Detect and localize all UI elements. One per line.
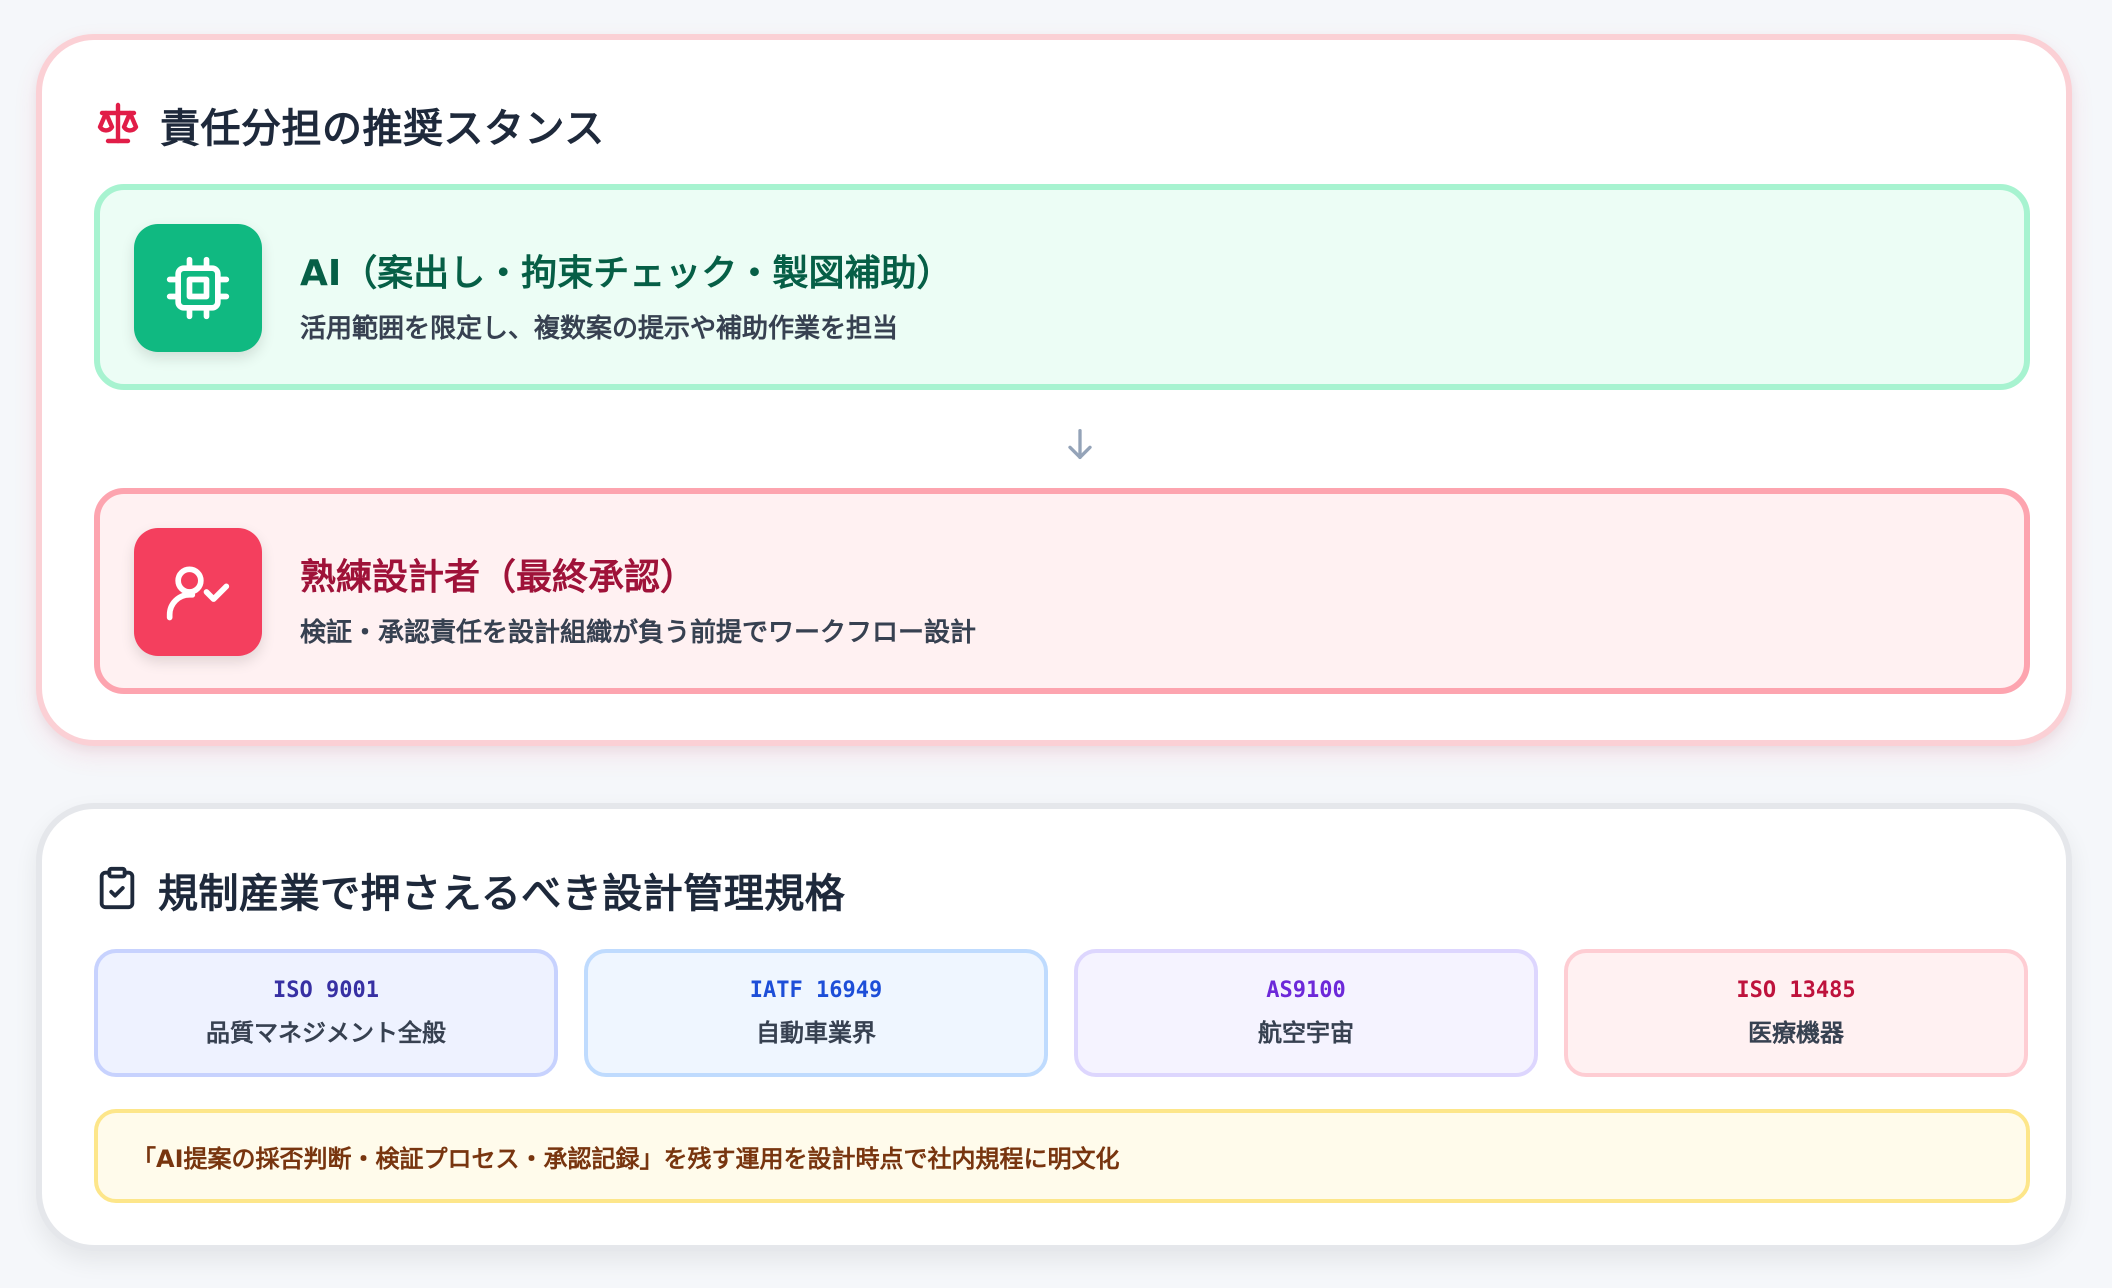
standard-desc: 自動車業界: [756, 1019, 876, 1047]
standards-heading: 規制産業で押さえるべき設計管理規格: [94, 861, 845, 919]
responsibility-heading: 責任分担の推奨スタンス: [94, 96, 605, 154]
standards-card: 規制産業で押さえるべき設計管理規格 ISO 9001 品質マネジメント全般 IA…: [36, 803, 2072, 1251]
standard-desc: 医療機器: [1748, 1019, 1844, 1047]
cpu-icon: [134, 224, 262, 352]
policy-note-text: 「AI提案の採否判断・検証プロセス・承認記録」を残す運用を設計時点で社内規程に明…: [132, 1144, 1120, 1173]
standard-desc: 品質マネジメント全般: [206, 1019, 446, 1047]
standard-desc: 航空宇宙: [1258, 1019, 1354, 1047]
clipboard-check-icon: [94, 865, 140, 915]
responsibility-title: 責任分担の推奨スタンス: [160, 106, 605, 152]
standard-code: AS9100: [1266, 978, 1346, 1003]
standard-code: IATF 16949: [749, 978, 883, 1003]
human-role-desc: 検証・承認責任を設計組織が負う前提でワークフロー設計: [300, 618, 977, 648]
standard-code: ISO 9001: [273, 978, 379, 1003]
ai-role-row: AI（案出し・拘束チェック・製図補助） 活用範囲を限定し、複数案の提示や補助作業…: [94, 184, 2030, 390]
ai-role-desc: 活用範囲を限定し、複数案の提示や補助作業を担当: [300, 314, 899, 344]
ai-role-title: AI（案出し・拘束チェック・製図補助）: [300, 253, 953, 294]
standard-card-iso9001: ISO 9001 品質マネジメント全般: [94, 949, 558, 1077]
human-role-row: 熟練設計者（最終承認） 検証・承認責任を設計組織が負う前提でワークフロー設計: [94, 488, 2030, 694]
standard-card-as9100: AS9100 航空宇宙: [1074, 949, 1538, 1077]
scale-icon: [94, 99, 142, 151]
arrow-down-icon: [1060, 424, 1100, 464]
standards-title: 規制産業で押さえるべき設計管理規格: [158, 871, 846, 917]
user-check-icon: [134, 528, 262, 656]
standard-card-iso13485: ISO 13485 医療機器: [1564, 949, 2028, 1077]
policy-note: 「AI提案の採否判断・検証プロセス・承認記録」を残す運用を設計時点で社内規程に明…: [94, 1109, 2030, 1203]
standard-card-iatf16949: IATF 16949 自動車業界: [584, 949, 1048, 1077]
standard-code: ISO 13485: [1736, 978, 1856, 1003]
human-role-title: 熟練設計者（最終承認）: [300, 557, 697, 598]
responsibility-card: 責任分担の推奨スタンス AI（案出し・拘束チェック・製図補助） 活用範囲を限定し…: [36, 34, 2072, 746]
